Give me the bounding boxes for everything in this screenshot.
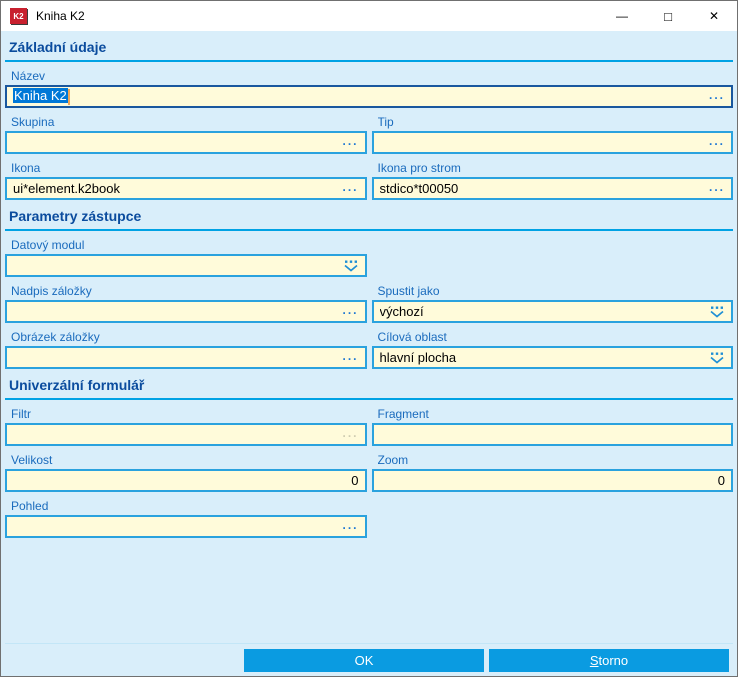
ellipsis-button[interactable]: ... [342,519,358,531]
ikona-label: Ikona [11,161,41,175]
obrazek-zalozky-label: Obrázek záložky [11,330,100,344]
window-title: Kniha K2 [36,9,85,23]
filtr-input[interactable]: ... [5,423,367,446]
dropdown-icon[interactable] [709,306,725,318]
obrazek-zalozky-input[interactable]: ... [5,346,367,369]
spustit-jako-input[interactable]: výchozí [371,300,733,323]
selected-text: Kniha K2 [13,88,68,104]
cilova-oblast-label: Cílová oblast [377,330,447,344]
k2-app-icon: K2 [10,8,27,24]
field-obrazek-zalozky: Obrázek záložky ... [5,323,367,369]
section-universal-title: Univerzální formulář [9,377,145,393]
dropdown-icon[interactable] [709,352,725,364]
ellipsis-button[interactable]: ... [342,181,358,193]
pohled-input[interactable]: ... [5,515,367,538]
ok-button[interactable]: OK [244,649,484,672]
section-basic: Základní údaje [5,39,733,62]
nazev-label: Název [11,69,46,83]
zoom-label: Zoom [377,453,409,467]
field-filtr: Filtr ... [5,400,367,446]
close-button[interactable]: ✕ [691,1,737,31]
storno-button[interactable]: Storno [489,649,729,672]
velikost-input[interactable]: 0 [5,469,367,492]
ikona-input[interactable]: ui*element.k2book ... [5,177,367,200]
field-pohled: Pohled ... [5,492,367,538]
field-spustit-jako: Spustit jako výchozí [371,277,733,323]
ellipsis-button[interactable]: ... [342,135,358,147]
skupina-input[interactable]: ... [5,131,367,154]
ikona-pro-strom-input[interactable]: stdico*t00050 ... [371,177,733,200]
close-icon: ✕ [708,9,720,23]
ellipsis-button[interactable]: ... [342,304,358,316]
field-fragment: Fragment [371,400,733,446]
zoom-input[interactable]: 0 [371,469,733,492]
ellipsis-button[interactable]: ... [709,135,725,147]
nadpis-zalozky-label: Nadpis záložky [11,284,92,298]
field-nazev: Název Kniha K2 ... [5,62,733,108]
dropdown-icon[interactable] [343,260,359,272]
text-caret [67,88,70,105]
field-ikona-pro-strom: Ikona pro strom stdico*t00050 ... [371,154,733,200]
minimize-icon: — [616,9,628,23]
field-skupina: Skupina ... [5,108,367,154]
ellipsis-button[interactable]: ... [709,181,725,193]
field-ikona: Ikona ui*element.k2book ... [5,154,367,200]
fragment-label: Fragment [377,407,429,421]
datovy-modul-label: Datový modul [11,238,85,252]
spustit-jako-label: Spustit jako [377,284,440,298]
tip-label: Tip [377,115,394,129]
ikona-pro-strom-label: Ikona pro strom [377,161,461,175]
fragment-input[interactable] [371,423,733,446]
nadpis-zalozky-input[interactable]: ... [5,300,367,323]
skupina-label: Skupina [11,115,55,129]
tip-input[interactable]: ... [371,131,733,154]
field-datovy-modul: Datový modul [5,231,367,277]
ellipsis-button[interactable]: ... [342,350,358,362]
velikost-label: Velikost [11,453,53,467]
minimize-button[interactable]: — [599,1,645,31]
maximize-icon: □ [664,8,672,24]
form-content: Základní údaje Název Kniha K2 ... Skupin… [1,31,737,676]
field-tip: Tip ... [371,108,733,154]
cilova-oblast-input[interactable]: hlavní plocha [371,346,733,369]
dialog-window: K2 Kniha K2 — □ ✕ Základní údaje Název K… [0,0,738,677]
ellipsis-button[interactable]: ... [709,89,725,101]
section-basic-title: Základní údaje [9,39,107,55]
maximize-button[interactable]: □ [645,1,691,31]
window-controls: — □ ✕ [599,1,737,31]
spacer-cell [372,231,734,277]
section-shortcut: Parametry zástupce [5,208,733,231]
titlebar: K2 Kniha K2 — □ ✕ [1,1,737,31]
datovy-modul-input[interactable] [5,254,367,277]
spacer-cell [372,492,734,538]
nazev-input[interactable]: Kniha K2 ... [5,85,733,108]
field-velikost: Velikost 0 [5,446,367,492]
button-bar: OK Storno [5,643,733,676]
filtr-label: Filtr [11,407,31,421]
field-nadpis-zalozky: Nadpis záložky ... [5,277,367,323]
section-shortcut-title: Parametry zástupce [9,208,142,224]
field-cilova-oblast: Cílová oblast hlavní plocha [371,323,733,369]
ellipsis-button-disabled: ... [342,425,359,440]
section-universal: Univerzální formulář [5,377,733,400]
pohled-label: Pohled [11,499,49,513]
field-zoom: Zoom 0 [371,446,733,492]
